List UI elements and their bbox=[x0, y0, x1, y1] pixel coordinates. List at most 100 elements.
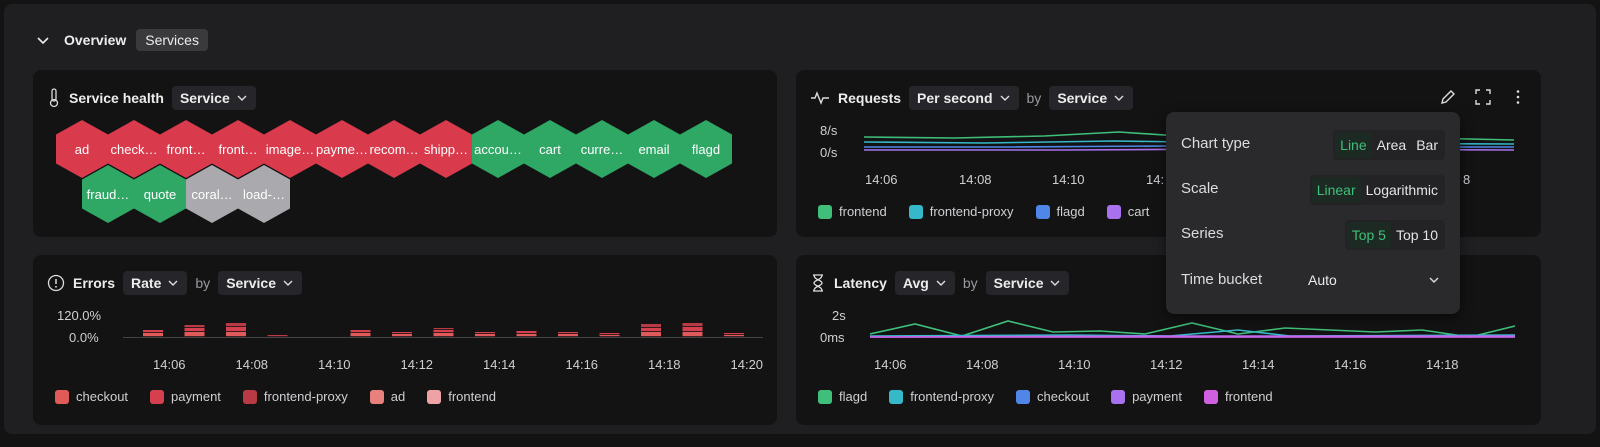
group-by-select[interactable]: Service bbox=[1049, 86, 1134, 110]
metric-value: Per second bbox=[917, 90, 993, 106]
service-hex[interactable]: accou… bbox=[472, 120, 524, 178]
error-bar-segment[interactable] bbox=[350, 330, 371, 333]
services-tag[interactable]: Services bbox=[136, 29, 208, 51]
scale-linear[interactable]: Linear bbox=[1311, 177, 1361, 203]
service-hex[interactable]: ad bbox=[56, 120, 108, 178]
error-bar-segment[interactable] bbox=[682, 323, 703, 327]
error-bar-segment[interactable] bbox=[682, 332, 703, 337]
error-bar-segment[interactable] bbox=[516, 334, 537, 337]
service-hex[interactable]: quote bbox=[134, 165, 186, 223]
service-hex[interactable]: front… bbox=[212, 120, 264, 178]
time-bucket-select[interactable]: Auto bbox=[1304, 264, 1444, 296]
error-bar-segment[interactable] bbox=[641, 324, 661, 328]
x-tick: 14:14 bbox=[483, 357, 516, 372]
service-hex[interactable]: check… bbox=[108, 120, 160, 178]
error-bar-segment[interactable] bbox=[682, 327, 703, 332]
x-tick: 8 bbox=[1463, 172, 1471, 187]
error-bar-segment[interactable] bbox=[392, 334, 412, 337]
error-bar-segment[interactable] bbox=[267, 335, 288, 337]
legend-label: frontend bbox=[1224, 389, 1273, 404]
series-top10[interactable]: Top 10 bbox=[1391, 222, 1443, 248]
error-bar-segment[interactable] bbox=[143, 330, 163, 333]
error-bar-segment[interactable] bbox=[599, 333, 620, 335]
legend-item[interactable]: payment bbox=[150, 389, 221, 404]
chart-type-line[interactable]: Line bbox=[1335, 132, 1372, 158]
error-bar-segment[interactable] bbox=[184, 332, 205, 337]
legend-item[interactable]: frontend bbox=[1203, 389, 1273, 404]
error-bar-segment[interactable] bbox=[516, 331, 537, 334]
metric-select[interactable]: Avg bbox=[894, 271, 955, 295]
time-bucket-label: Time bucket bbox=[1181, 271, 1263, 288]
legend-swatch bbox=[150, 389, 165, 404]
error-bar-segment[interactable] bbox=[184, 328, 205, 332]
service-hex[interactable]: email bbox=[628, 120, 680, 178]
legend-item[interactable]: frontend-proxy bbox=[908, 204, 1014, 219]
error-bar-segment[interactable] bbox=[350, 333, 371, 337]
error-bar-segment[interactable] bbox=[599, 335, 620, 337]
legend-item[interactable]: frontend bbox=[427, 389, 496, 404]
chevron-down-icon[interactable] bbox=[36, 33, 50, 47]
fullscreen-icon[interactable] bbox=[1474, 88, 1492, 106]
error-bar-segment[interactable] bbox=[226, 332, 246, 337]
legend-label: payment bbox=[171, 389, 221, 404]
legend-item[interactable]: frontend-proxy bbox=[242, 389, 348, 404]
group-by-select[interactable]: Service bbox=[985, 271, 1070, 295]
legend-item[interactable]: checkout bbox=[55, 389, 128, 404]
error-bar-segment[interactable] bbox=[724, 333, 744, 335]
metric-select[interactable]: Rate bbox=[123, 271, 188, 295]
legend-item[interactable]: payment bbox=[1111, 389, 1182, 404]
section-header: Overview Services bbox=[36, 29, 208, 51]
series-top5[interactable]: Top 5 bbox=[1346, 222, 1391, 248]
service-hex[interactable]: payme… bbox=[316, 120, 368, 178]
legend-item[interactable]: frontend bbox=[818, 204, 887, 219]
service-hex[interactable]: curre… bbox=[576, 120, 628, 178]
group-by-select[interactable]: Service bbox=[171, 86, 256, 110]
group-by-select[interactable]: Service bbox=[218, 271, 303, 295]
series-toggle: Top 5 Top 10 bbox=[1344, 220, 1445, 250]
legend-item[interactable]: cart bbox=[1106, 204, 1149, 219]
error-bar-segment[interactable] bbox=[184, 325, 205, 328]
error-bar-segment[interactable] bbox=[226, 323, 246, 327]
metric-select[interactable]: Per second bbox=[909, 86, 1019, 110]
error-bar-segment[interactable] bbox=[433, 330, 454, 333]
legend-item[interactable]: ad bbox=[369, 389, 405, 404]
error-bar-segment[interactable] bbox=[558, 332, 578, 334]
service-hex[interactable]: front… bbox=[160, 120, 212, 178]
error-bar-segment[interactable] bbox=[433, 328, 454, 330]
chart-type-bar[interactable]: Bar bbox=[1411, 132, 1443, 158]
legend-item[interactable]: frontend-proxy bbox=[889, 389, 994, 404]
service-hex[interactable]: image… bbox=[264, 120, 316, 178]
pencil-icon[interactable] bbox=[1439, 88, 1457, 106]
legend-label: frontend-proxy bbox=[910, 389, 995, 404]
service-hex[interactable]: recom… bbox=[368, 120, 420, 178]
service-hex[interactable]: load-… bbox=[238, 165, 290, 223]
error-bar-segment[interactable] bbox=[724, 335, 744, 337]
error-bar-segment[interactable] bbox=[558, 334, 578, 337]
legend-item[interactable]: flagd bbox=[818, 389, 867, 404]
y-tick: 0.0% bbox=[69, 330, 99, 345]
service-hex[interactable]: shipp… bbox=[420, 120, 472, 178]
chart-type-area[interactable]: Area bbox=[1372, 132, 1412, 158]
error-bar-segment[interactable] bbox=[641, 332, 661, 337]
y-tick: 8/s bbox=[820, 123, 838, 138]
service-hex[interactable]: cart bbox=[524, 120, 576, 178]
error-bar-segment[interactable] bbox=[143, 333, 163, 337]
legend-item[interactable]: flagd bbox=[1035, 204, 1085, 219]
chevron-down-icon bbox=[936, 280, 946, 286]
section-title[interactable]: Overview bbox=[64, 32, 126, 48]
error-bar-segment[interactable] bbox=[392, 332, 412, 334]
legend-swatch bbox=[369, 389, 384, 404]
error-bar-segment[interactable] bbox=[226, 327, 246, 332]
legend-item[interactable]: checkout bbox=[1016, 389, 1089, 404]
error-bar-segment[interactable] bbox=[433, 333, 454, 337]
error-bar-segment[interactable] bbox=[641, 328, 661, 332]
error-bar-segment[interactable] bbox=[475, 334, 495, 337]
x-tick: 14:10 bbox=[1052, 172, 1085, 187]
service-hex[interactable]: coral… bbox=[186, 165, 238, 223]
error-bar-segment[interactable] bbox=[475, 332, 495, 334]
y-tick: 2s bbox=[832, 308, 846, 323]
service-hex[interactable]: flagd bbox=[680, 120, 732, 178]
scale-log[interactable]: Logarithmic bbox=[1361, 177, 1443, 203]
service-hex[interactable]: fraud… bbox=[82, 165, 134, 223]
more-vertical-icon[interactable] bbox=[1509, 88, 1527, 106]
